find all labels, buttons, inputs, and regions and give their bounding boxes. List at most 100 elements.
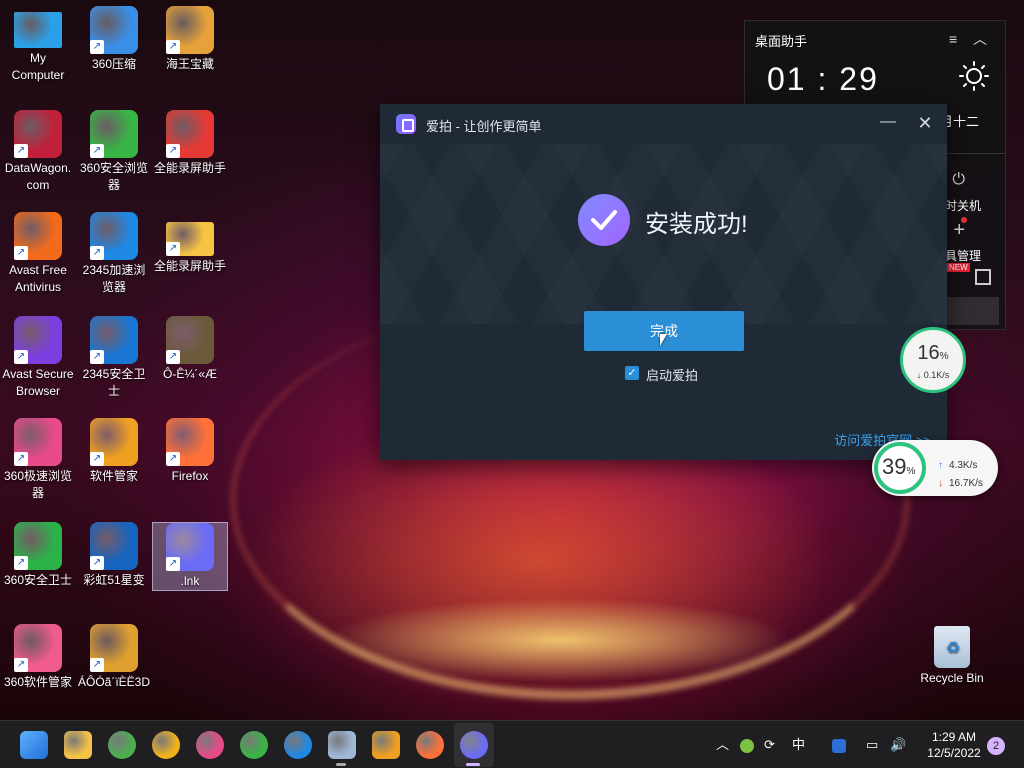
desktop-icon-label: 彩虹51星变	[83, 573, 145, 587]
launch-checkbox[interactable]: ✓	[625, 366, 639, 380]
widget-menu-icon[interactable]: ≡ ︿	[949, 29, 993, 49]
tray-360-icon[interactable]	[740, 721, 754, 768]
desktop-icon-guard-360[interactable]: ↗ 360安全卫士	[0, 522, 76, 589]
taskbar-browser-360-icon[interactable]	[240, 731, 268, 759]
volume-icon[interactable]: 🔊	[890, 721, 906, 768]
qr-code-icon[interactable]	[975, 269, 991, 285]
taskbar-date: 12/5/2022	[927, 746, 981, 760]
taskbar-software-manager-icon[interactable]	[372, 731, 400, 759]
desktop-icon-shield[interactable]: ↗ 2345安全卫 士	[76, 316, 152, 400]
desktop-icon-datawagon[interactable]: ↗ DataWagon. com	[0, 110, 76, 194]
shortcut-arrow-icon: ↗	[166, 557, 180, 571]
desktop-icon-browser-360[interactable]: ↗ 360安全浏览 器	[76, 110, 152, 194]
desktop-icon-firefox[interactable]: ↗ Firefox	[152, 418, 228, 485]
net-speed-small: ↓ 0.1K/s	[916, 370, 950, 380]
desktop-icon-rainbow[interactable]: ↗ 彩虹51星变	[76, 522, 152, 589]
notification-dot	[961, 217, 967, 223]
desktop-icon-game[interactable]: ↗ 海王宝藏	[152, 6, 228, 73]
tray-overflow-icon[interactable]: ︿	[716, 721, 729, 768]
desktop-icon-label: 2345加速浏 览器	[82, 263, 146, 294]
desktop-icon-software-360[interactable]: ↗ 360软件管家	[0, 624, 76, 691]
network-icon[interactable]: ▭	[866, 721, 878, 768]
power-icon[interactable]: ⏻	[952, 171, 965, 189]
tray-sync-icon[interactable]: ⟳	[764, 721, 775, 768]
shortcut-arrow-icon: ↗	[166, 242, 180, 256]
desktop-icon-label: 360软件管家	[3, 675, 73, 689]
aipai-icon: ↗	[166, 523, 214, 571]
download-arrow-icon: ↓	[938, 478, 943, 489]
recorder-icon: ↗	[166, 110, 214, 158]
widget-input-bar[interactable]	[947, 297, 999, 325]
desktop-icon-label: 软件管家	[89, 469, 138, 483]
desktop-icon-browser-360-fast[interactable]: ↗ 360极速浏览 器	[0, 418, 76, 502]
firefox-icon: ↗	[166, 418, 214, 466]
taskbar-aipai-icon[interactable]	[460, 731, 488, 759]
fish-game-icon: ↗	[90, 624, 138, 672]
desktop-icon-label: 海王宝藏	[165, 57, 214, 71]
download-speed: ↓ 16.7K/s	[938, 478, 983, 489]
shortcut-arrow-icon: ↗	[166, 452, 180, 466]
shortcut-arrow-icon: ↗	[14, 144, 28, 158]
notification-badge[interactable]: 2	[987, 737, 1005, 755]
launch-checkbox-label[interactable]: 启动爱拍	[646, 365, 698, 384]
widget-title: 桌面助手	[755, 34, 808, 49]
taskbar-browser-360-fast-icon[interactable]	[196, 731, 224, 759]
desktop-icon-label: 360安全浏览 器	[79, 161, 149, 192]
shortcut-arrow-icon: ↗	[90, 556, 104, 570]
software-360-icon: ↗	[14, 624, 62, 672]
widget-shutdown-label[interactable]: 时关机	[945, 197, 981, 214]
dragon-game-icon: ↗	[166, 316, 214, 364]
desktop-icon-aipai[interactable]: ↗ .lnk	[152, 522, 228, 591]
browser-360-fast-icon: ↗	[14, 418, 62, 466]
widget-tools-label[interactable]: 具管理	[945, 247, 981, 264]
desktop-icon-zip[interactable]: ↗ 360压缩	[76, 6, 152, 73]
taskbar-clock[interactable]: 1:29 AM 12/5/2022	[918, 729, 990, 761]
taskbar-start-icon[interactable]	[20, 731, 48, 759]
minimize-button[interactable]: —	[876, 112, 900, 136]
shortcut-arrow-icon: ↗	[90, 350, 104, 364]
taskbar-avast-browser-icon[interactable]	[152, 731, 180, 759]
desktop-icon-label: Ô-Ê¼´«Æ	[162, 367, 217, 381]
desktop-icon-software-manager[interactable]: ↗ 软件管家	[76, 418, 152, 485]
new-badge: NEW	[947, 263, 970, 272]
game-icon: ↗	[166, 6, 214, 54]
network-monitor-small[interactable]: 16% ↓ 0.1K/s	[900, 327, 966, 393]
sun-icon	[959, 61, 989, 91]
desktop-icon-label: 2345安全卫 士	[82, 367, 146, 398]
guard-360-icon: ↗	[14, 522, 62, 570]
recycle-bin-label: Recycle Bin	[920, 671, 984, 685]
desktop-icon-computer[interactable]: My Computer	[0, 6, 76, 84]
taskbar-chrome-icon[interactable]	[108, 731, 136, 759]
desktop-icon-avast-browser[interactable]: ↗ Avast Secure Browser	[0, 316, 76, 400]
upload-arrow-icon: ↑	[938, 460, 943, 471]
browser-360-icon: ↗	[90, 110, 138, 158]
desktop-icon-label: 全能录屏助手	[153, 161, 226, 175]
taskbar-running-indicator	[336, 763, 346, 766]
shortcut-arrow-icon: ↗	[14, 556, 28, 570]
ie-icon: ↗	[90, 212, 138, 260]
taskbar-monitor-icon[interactable]	[328, 731, 356, 759]
upload-speed: ↑ 4.3K/s	[938, 460, 978, 471]
taskbar-file-explorer-icon[interactable]	[64, 731, 92, 759]
desktop-icon-fish-game[interactable]: ↗ ÁÔÓã´ïÈË3D	[76, 624, 152, 691]
success-check-icon	[578, 194, 630, 246]
shortcut-arrow-icon: ↗	[166, 350, 180, 364]
recycle-bin[interactable]: ♻ Recycle Bin	[912, 626, 992, 687]
recycle-bin-icon: ♻	[934, 626, 970, 668]
desktop-icon-label: Avast Free Antivirus	[9, 263, 67, 294]
tray-ime-indicator[interactable]: 中	[792, 721, 805, 768]
desktop-icon-label: Avast Secure Browser	[2, 367, 74, 398]
desktop-icon-ie[interactable]: ↗ 2345加速浏 览器	[76, 212, 152, 296]
close-button[interactable]: ✕	[913, 112, 937, 136]
shortcut-arrow-icon: ↗	[90, 658, 104, 672]
desktop-icon-recorder[interactable]: ↗ 全能录屏助手	[152, 110, 228, 177]
desktop-icon-avast[interactable]: ↗ Avast Free Antivirus	[0, 212, 76, 296]
network-monitor-large[interactable]: 39% ↑ 4.3K/s ↓ 16.7K/s	[872, 440, 998, 496]
avast-browser-icon: ↗	[14, 316, 62, 364]
taskbar-ie-icon[interactable]	[284, 731, 312, 759]
taskbar-firefox-icon[interactable]	[416, 731, 444, 759]
tray-app-icon[interactable]	[832, 721, 846, 768]
desktop-icon-folder[interactable]: ↗ 全能录屏助手	[152, 212, 228, 275]
shortcut-arrow-icon: ↗	[14, 350, 28, 364]
desktop-icon-dragon-game[interactable]: ↗ Ô-Ê¼´«Æ	[152, 316, 228, 383]
